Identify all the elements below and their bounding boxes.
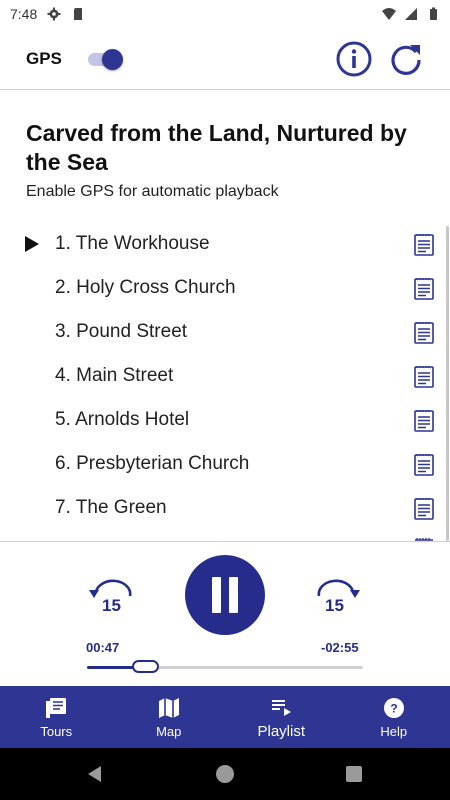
playlist-item-label: 6. Presbyterian Church: [55, 453, 250, 474]
status-bar: 7:48: [0, 0, 450, 28]
nav-map[interactable]: Map: [113, 686, 226, 748]
nav-label-help: Help: [380, 723, 408, 739]
playlist-item-label: 5. Arnolds Hotel: [55, 409, 190, 430]
map-icon: [158, 697, 179, 718]
nav-label-tours: Tours: [40, 723, 73, 739]
elapsed-time: 00:47: [86, 640, 120, 655]
tour-subtitle: Enable GPS for automatic playback: [26, 183, 279, 200]
recent-apps-icon[interactable]: [346, 766, 362, 782]
status-time: 7:48: [10, 6, 38, 22]
playlist-item-label: 7. The Green: [55, 497, 167, 518]
seek-handle[interactable]: [132, 660, 160, 673]
skip-forward-seconds: 15: [325, 596, 344, 615]
gps-label: GPS: [26, 48, 62, 68]
gps-toggle-thumb: [101, 48, 123, 70]
transcript-icon[interactable]: [413, 233, 435, 256]
system-nav-bar: [0, 748, 450, 800]
transcript-icon[interactable]: [413, 453, 435, 476]
playlist-item[interactable]: 1. The Workhouse: [0, 222, 450, 266]
gear-icon: [47, 7, 61, 21]
playlist-item[interactable]: 5. Arnolds Hotel: [0, 398, 450, 442]
tour-title: Carved from the Land, Nurtured by the Se…: [26, 120, 407, 175]
refresh-icon[interactable]: [388, 41, 424, 77]
nav-label-playlist: Playlist: [257, 722, 305, 740]
info-icon[interactable]: [336, 41, 372, 77]
nav-tours[interactable]: Tours: [0, 686, 113, 748]
signal-icon: [405, 8, 417, 20]
nav-playlist[interactable]: Playlist: [225, 686, 338, 748]
battery-icon: [430, 7, 437, 20]
help-icon: ?: [383, 697, 404, 718]
home-icon[interactable]: [216, 765, 234, 783]
playlist-item-label: 1. The Workhouse: [55, 233, 210, 254]
transcript-icon[interactable]: [413, 409, 435, 432]
tour-content: Carved from the Land, Nurtured by the Se…: [0, 91, 450, 541]
svg-text:?: ?: [390, 701, 397, 715]
playlist-scrollbar[interactable]: [446, 226, 449, 541]
now-playing-icon: [25, 236, 39, 252]
remaining-time: -02:55: [321, 640, 359, 655]
tours-icon: [46, 697, 67, 718]
playlist-item-label: 2. Holy Cross Church: [55, 277, 236, 298]
playlist-icon: [272, 699, 292, 716]
playlist-item[interactable]: 3. Pound Street: [0, 310, 450, 354]
audio-player: 15 15 00:47 -02:55: [0, 541, 450, 686]
pause-button[interactable]: [185, 555, 265, 635]
playlist: 1. The Workhouse 2. Holy Cross Church 3.…: [0, 222, 450, 530]
transcript-icon[interactable]: [413, 497, 435, 520]
transcript-icon[interactable]: [413, 277, 435, 300]
back-icon[interactable]: [86, 765, 104, 783]
sd-card-icon: [74, 8, 83, 20]
transcript-icon[interactable]: [413, 321, 435, 344]
transcript-icon[interactable]: [413, 365, 435, 388]
pause-icon: [212, 577, 221, 613]
playlist-item-label: 4. Main Street: [55, 365, 174, 386]
playlist-item[interactable]: 6. Presbyterian Church: [0, 442, 450, 486]
skip-back-seconds: 15: [102, 596, 121, 615]
gps-toggle[interactable]: [86, 48, 124, 70]
app-bar: GPS: [0, 28, 450, 90]
nav-help[interactable]: ? Help: [338, 686, 450, 748]
pause-icon: [229, 577, 238, 613]
playlist-item[interactable]: 2. Holy Cross Church: [0, 266, 450, 310]
skip-forward-button[interactable]: 15: [311, 578, 367, 618]
playlist-item[interactable]: 7. The Green: [0, 486, 450, 530]
bottom-nav: Tours Map Playlist ? Help: [0, 686, 450, 748]
nav-label-map: Map: [156, 723, 182, 739]
wifi-icon: [382, 8, 396, 20]
playlist-item-label: 3. Pound Street: [55, 321, 188, 342]
playlist-item[interactable]: 4. Main Street: [0, 354, 450, 398]
skip-back-button[interactable]: 15: [82, 578, 138, 618]
seek-bar[interactable]: [87, 660, 363, 674]
